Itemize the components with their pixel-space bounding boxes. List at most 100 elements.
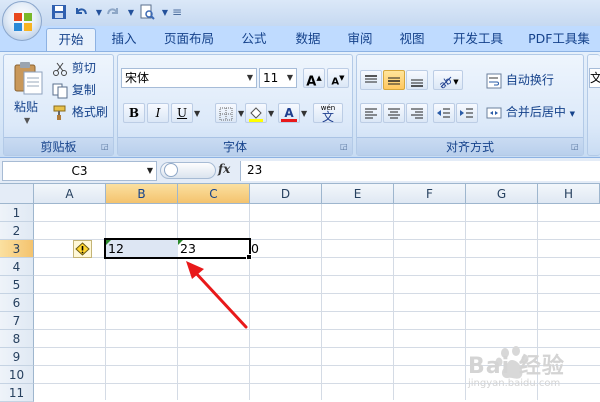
column-header-d[interactable]: D xyxy=(250,184,322,204)
error-smart-tag[interactable] xyxy=(73,240,92,258)
select-all-corner[interactable] xyxy=(0,184,34,204)
font-color-button[interactable]: A xyxy=(278,103,300,123)
italic-button[interactable]: I xyxy=(147,103,169,123)
undo-icon[interactable] xyxy=(72,4,90,22)
chevron-down-icon[interactable]: ▼ xyxy=(147,162,153,180)
tab-review[interactable]: 审阅 xyxy=(340,26,380,51)
paste-button[interactable]: 粘贴 xyxy=(14,97,38,117)
dialog-launcher-icon[interactable]: ◲ xyxy=(101,142,110,151)
paste-icon[interactable] xyxy=(12,60,44,96)
column-header-g[interactable]: G xyxy=(466,184,538,204)
gridline xyxy=(393,204,394,400)
scissors-icon xyxy=(52,61,68,77)
column-header-a[interactable]: A xyxy=(34,184,106,204)
row-header-10[interactable]: 10 xyxy=(0,366,34,384)
watermark-url: jingyan.baidu.com xyxy=(468,378,561,389)
tab-data[interactable]: 数据 xyxy=(288,26,328,51)
align-right-button[interactable] xyxy=(406,103,428,123)
fill-bucket-icon xyxy=(248,106,264,122)
gridline xyxy=(34,221,600,222)
cut-label: 剪切 xyxy=(71,61,96,75)
insert-function-icon[interactable]: fx xyxy=(218,162,230,176)
row-header-3[interactable]: 3 xyxy=(0,240,34,258)
tab-formulas[interactable]: 公式 xyxy=(234,26,274,51)
merge-dropdown-icon[interactable]: ▼ xyxy=(570,110,575,118)
formula-controls: fx xyxy=(160,161,238,181)
paste-dropdown-icon[interactable]: ▼ xyxy=(24,116,30,125)
column-header-e[interactable]: E xyxy=(322,184,394,204)
underline-dropdown-icon[interactable]: ▼ xyxy=(194,109,200,118)
row-header-2[interactable]: 2 xyxy=(0,222,34,240)
borders-dropdown-icon[interactable]: ▼ xyxy=(238,109,244,118)
column-header-c[interactable]: C xyxy=(178,184,250,204)
font-size-select[interactable]: 11 ▼ xyxy=(259,68,297,88)
alignment-group-label: 对齐方式 xyxy=(357,137,583,155)
font-group-label: 字体 xyxy=(118,137,352,155)
bold-button[interactable]: B xyxy=(123,103,145,123)
borders-button[interactable] xyxy=(215,103,237,123)
gridline xyxy=(34,329,600,330)
column-header-b[interactable]: B xyxy=(106,184,178,204)
row-header-7[interactable]: 7 xyxy=(0,312,34,330)
align-bottom-button[interactable] xyxy=(406,70,428,90)
font-name-select[interactable]: 宋体 ▼ xyxy=(121,68,257,88)
save-icon[interactable] xyxy=(50,4,68,22)
tab-view[interactable]: 视图 xyxy=(392,26,432,51)
decrease-indent-button[interactable] xyxy=(433,103,455,123)
column-header-h[interactable]: H xyxy=(538,184,600,204)
shrink-font-button[interactable]: A▼ xyxy=(327,68,349,88)
phonetic-guide-button[interactable]: wén 文 xyxy=(313,103,343,123)
row-header-11[interactable]: 11 xyxy=(0,384,34,402)
border-icon xyxy=(218,106,234,122)
copy-icon xyxy=(52,83,68,99)
phonetic-char: 文 xyxy=(321,110,334,124)
redo-icon[interactable] xyxy=(104,4,122,22)
tab-home[interactable]: 开始 xyxy=(46,28,96,52)
row-header-8[interactable]: 8 xyxy=(0,330,34,348)
increase-indent-button[interactable] xyxy=(456,103,478,123)
align-center-button[interactable] xyxy=(383,103,405,123)
print-preview-icon[interactable] xyxy=(138,4,156,22)
tab-insert[interactable]: 插入 xyxy=(102,26,146,51)
copy-button[interactable]: 复制 xyxy=(52,80,96,100)
row-header-5[interactable]: 5 xyxy=(0,276,34,294)
wrap-text-button[interactable]: 自动换行 xyxy=(486,70,554,90)
orientation-button[interactable]: ab▼ xyxy=(433,70,463,91)
format-painter-button[interactable]: 格式刷 xyxy=(52,102,108,122)
grow-font-label: A xyxy=(306,74,317,90)
font-color-dropdown-icon[interactable]: ▼ xyxy=(301,109,307,118)
tab-page-layout[interactable]: 页面布局 xyxy=(156,26,222,51)
formula-expand-icon[interactable] xyxy=(164,163,178,177)
merge-center-button[interactable]: 合并后居中 ▼ xyxy=(486,102,575,122)
formula-input[interactable]: 23 xyxy=(240,161,600,181)
grow-font-button[interactable]: A▲ xyxy=(303,68,325,90)
number-format-select[interactable]: 文 xyxy=(589,68,600,88)
fill-color-dropdown-icon[interactable]: ▼ xyxy=(268,109,274,118)
row-header-4[interactable]: 4 xyxy=(0,258,34,276)
clipboard-group-label: 剪贴板 xyxy=(4,137,113,155)
tab-developer[interactable]: 开发工具 xyxy=(446,26,510,51)
dialog-launcher-icon[interactable]: ◲ xyxy=(571,142,580,151)
row-header-9[interactable]: 9 xyxy=(0,348,34,366)
font-size-value: 11 xyxy=(263,71,279,85)
fill-color-button[interactable] xyxy=(245,103,267,123)
tab-pdf-tools[interactable]: PDF工具集 xyxy=(524,26,594,51)
cut-button[interactable]: 剪切 xyxy=(52,58,96,78)
office-button[interactable] xyxy=(2,1,42,41)
cell-b3[interactable]: 12 xyxy=(106,240,176,258)
gridline xyxy=(105,204,106,400)
name-box[interactable]: C3 ▼ xyxy=(2,161,157,181)
column-header-f[interactable]: F xyxy=(394,184,466,204)
cell-d3[interactable]: 0 xyxy=(250,240,320,258)
row-header-6[interactable]: 6 xyxy=(0,294,34,312)
align-top-button[interactable] xyxy=(360,70,382,90)
font-name-value: 宋体 xyxy=(125,71,150,85)
align-middle-button[interactable] xyxy=(383,70,405,90)
dialog-launcher-icon[interactable]: ◲ xyxy=(340,142,349,151)
customize-qat-icon[interactable]: ≡ xyxy=(172,5,182,19)
align-left-button[interactable] xyxy=(360,103,382,123)
row-header-1[interactable]: 1 xyxy=(0,204,34,222)
underline-button[interactable]: U xyxy=(171,103,193,123)
baidu-watermark: Bai 经验 jingyan.baidu.com xyxy=(468,338,596,394)
chevron-down-icon: ▼ xyxy=(246,73,253,82)
